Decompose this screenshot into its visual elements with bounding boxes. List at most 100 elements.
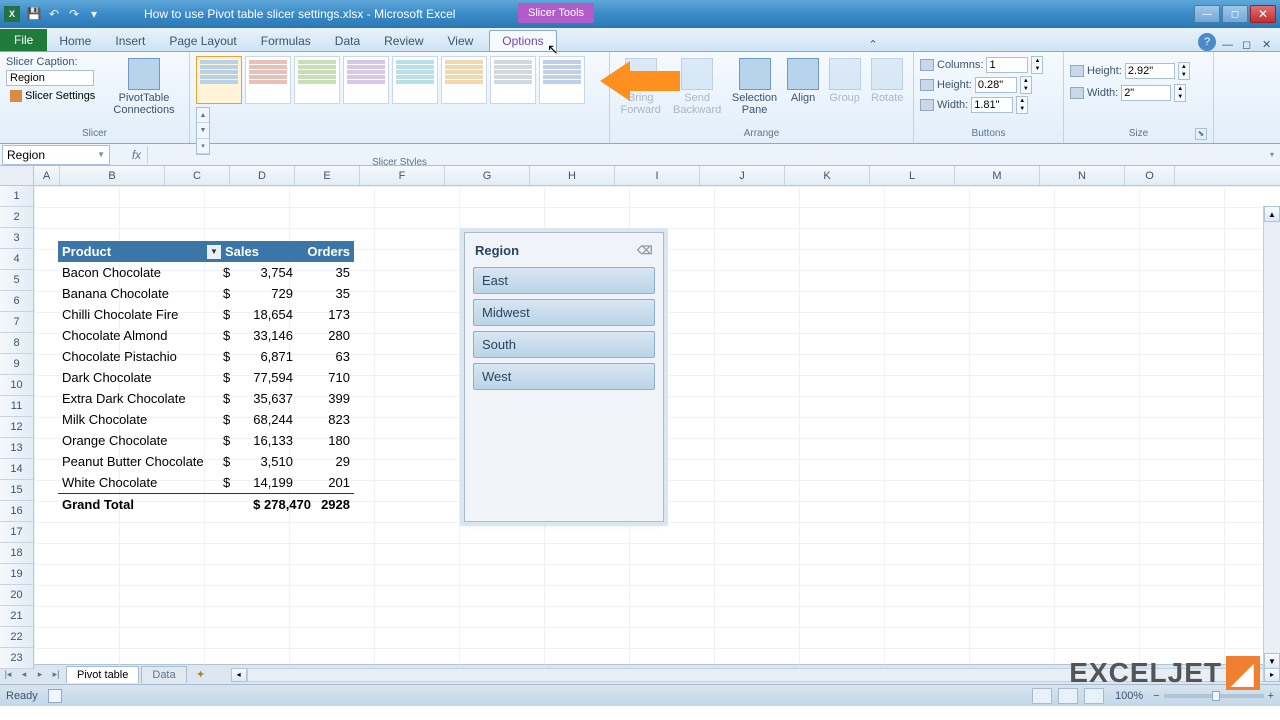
column-header[interactable]: A [34,166,60,185]
slicer-settings-button[interactable]: Slicer Settings [6,88,106,104]
row-header[interactable]: 10 [0,375,33,396]
btn-height-input[interactable] [975,77,1017,93]
minimize-button[interactable]: — [1194,5,1220,23]
scroll-down-icon[interactable]: ▼ [1264,653,1280,669]
row-header[interactable]: 20 [0,585,33,606]
btn-width-input[interactable] [971,97,1013,113]
slicer-caption-input[interactable] [6,70,94,86]
column-header[interactable]: L [870,166,955,185]
row-header[interactable]: 11 [0,396,33,417]
slicer-styles-gallery[interactable]: ▲▼▾ [196,56,594,155]
tab-review[interactable]: Review [372,31,435,51]
undo-icon[interactable]: ↶ [44,4,64,24]
column-header[interactable]: J [700,166,785,185]
send-backward-button[interactable]: Send Backward [669,56,724,118]
maximize-button[interactable]: ◻ [1222,5,1248,23]
close-button[interactable]: ✕ [1250,5,1276,23]
style-gallery-scroll[interactable]: ▲▼▾ [196,107,210,155]
row-header[interactable]: 4 [0,249,33,270]
zoom-in-icon[interactable]: + [1268,690,1274,702]
macro-record-icon[interactable] [48,689,62,703]
row-header[interactable]: 14 [0,459,33,480]
column-header[interactable]: B [60,166,165,185]
row-header[interactable]: 17 [0,522,33,543]
redo-icon[interactable]: ↷ [64,4,84,24]
window-restore-icon[interactable]: ◻ [1242,38,1258,51]
row-header[interactable]: 19 [0,564,33,585]
select-all-corner[interactable] [0,166,34,186]
slicer-style-4[interactable] [343,56,389,104]
tab-data[interactable]: Data [323,31,372,51]
scroll-up-icon[interactable]: ▲ [1264,206,1280,222]
tab-formulas[interactable]: Formulas [249,31,323,51]
tab-file[interactable]: File [0,29,47,51]
columns-input[interactable] [986,57,1028,73]
tab-options[interactable]: Options [489,30,556,51]
row-header[interactable]: 15 [0,480,33,501]
row-header[interactable]: 16 [0,501,33,522]
column-header[interactable]: E [295,166,360,185]
column-header[interactable]: D [230,166,295,185]
slicer-style-7[interactable] [490,56,536,104]
btn-height-spinner[interactable]: ▲▼ [1020,76,1032,94]
column-header[interactable]: N [1040,166,1125,185]
slicer-style-6[interactable] [441,56,487,104]
minimize-ribbon-icon[interactable]: ⌃ [868,38,884,51]
column-header[interactable]: I [615,166,700,185]
size-dialog-launcher[interactable]: ⬊ [1195,128,1207,140]
row-header[interactable]: 13 [0,438,33,459]
normal-view-icon[interactable] [1032,688,1052,704]
columns-spinner[interactable]: ▲▼ [1031,56,1043,74]
bring-forward-button[interactable]: Bring Forward [616,56,665,118]
rotate-button[interactable]: Rotate [867,56,907,106]
grid[interactable]: Product ▼ Sales Orders Bacon Chocolate$3… [34,186,1280,669]
column-header[interactable]: G [445,166,530,185]
name-box-dropdown-icon[interactable]: ▼ [97,150,105,159]
column-header[interactable]: F [360,166,445,185]
slicer-style-1[interactable] [196,56,242,104]
column-header[interactable]: H [530,166,615,185]
row-header[interactable]: 12 [0,417,33,438]
slicer-item[interactable]: West [473,363,655,390]
size-width-spinner[interactable]: ▲▼ [1174,84,1186,102]
region-slicer[interactable]: Region ⌫ EastMidwestSouthWest [464,232,664,522]
row-header[interactable]: 8 [0,333,33,354]
slicer-style-3[interactable] [294,56,340,104]
tab-home[interactable]: Home [47,31,103,51]
zoom-out-icon[interactable]: − [1153,690,1159,702]
qat-customize-icon[interactable]: ▾ [84,4,104,24]
btn-width-spinner[interactable]: ▲▼ [1016,96,1028,114]
column-header[interactable]: O [1125,166,1175,185]
tab-insert[interactable]: Insert [103,31,157,51]
selection-pane-button[interactable]: Selection Pane [729,56,780,118]
row-header[interactable]: 9 [0,354,33,375]
align-button[interactable]: Align [784,56,822,106]
row-header[interactable]: 22 [0,627,33,648]
clear-filter-icon[interactable]: ⌫ [637,244,653,258]
save-icon[interactable]: 💾 [24,4,44,24]
new-sheet-icon[interactable]: ✦ [191,668,211,681]
row-header[interactable]: 2 [0,207,33,228]
tab-page-layout[interactable]: Page Layout [157,31,248,51]
pivot-filter-dropdown-icon[interactable]: ▼ [207,245,221,259]
pivot-header-product[interactable]: Product ▼ [58,244,223,259]
row-header[interactable]: 6 [0,291,33,312]
help-icon[interactable]: ? [1198,33,1216,51]
row-header[interactable]: 23 [0,648,33,669]
vertical-scrollbar[interactable]: ▲ ▼ [1263,206,1280,669]
slicer-style-2[interactable] [245,56,291,104]
tab-view[interactable]: View [436,31,486,51]
column-header[interactable]: M [955,166,1040,185]
row-header[interactable]: 7 [0,312,33,333]
pivottable-connections-button[interactable]: PivotTable Connections [110,56,178,118]
size-height-spinner[interactable]: ▲▼ [1178,62,1190,80]
name-box[interactable]: Region ▼ [2,145,110,165]
hscroll-left-icon[interactable]: ◂ [231,668,247,682]
size-height-input[interactable] [1125,63,1175,79]
size-width-input[interactable] [1121,85,1171,101]
hscroll-right-icon[interactable]: ▸ [1264,668,1280,682]
group-button[interactable]: Group [826,56,864,106]
row-header[interactable]: 5 [0,270,33,291]
row-header[interactable]: 3 [0,228,33,249]
slicer-item[interactable]: South [473,331,655,358]
